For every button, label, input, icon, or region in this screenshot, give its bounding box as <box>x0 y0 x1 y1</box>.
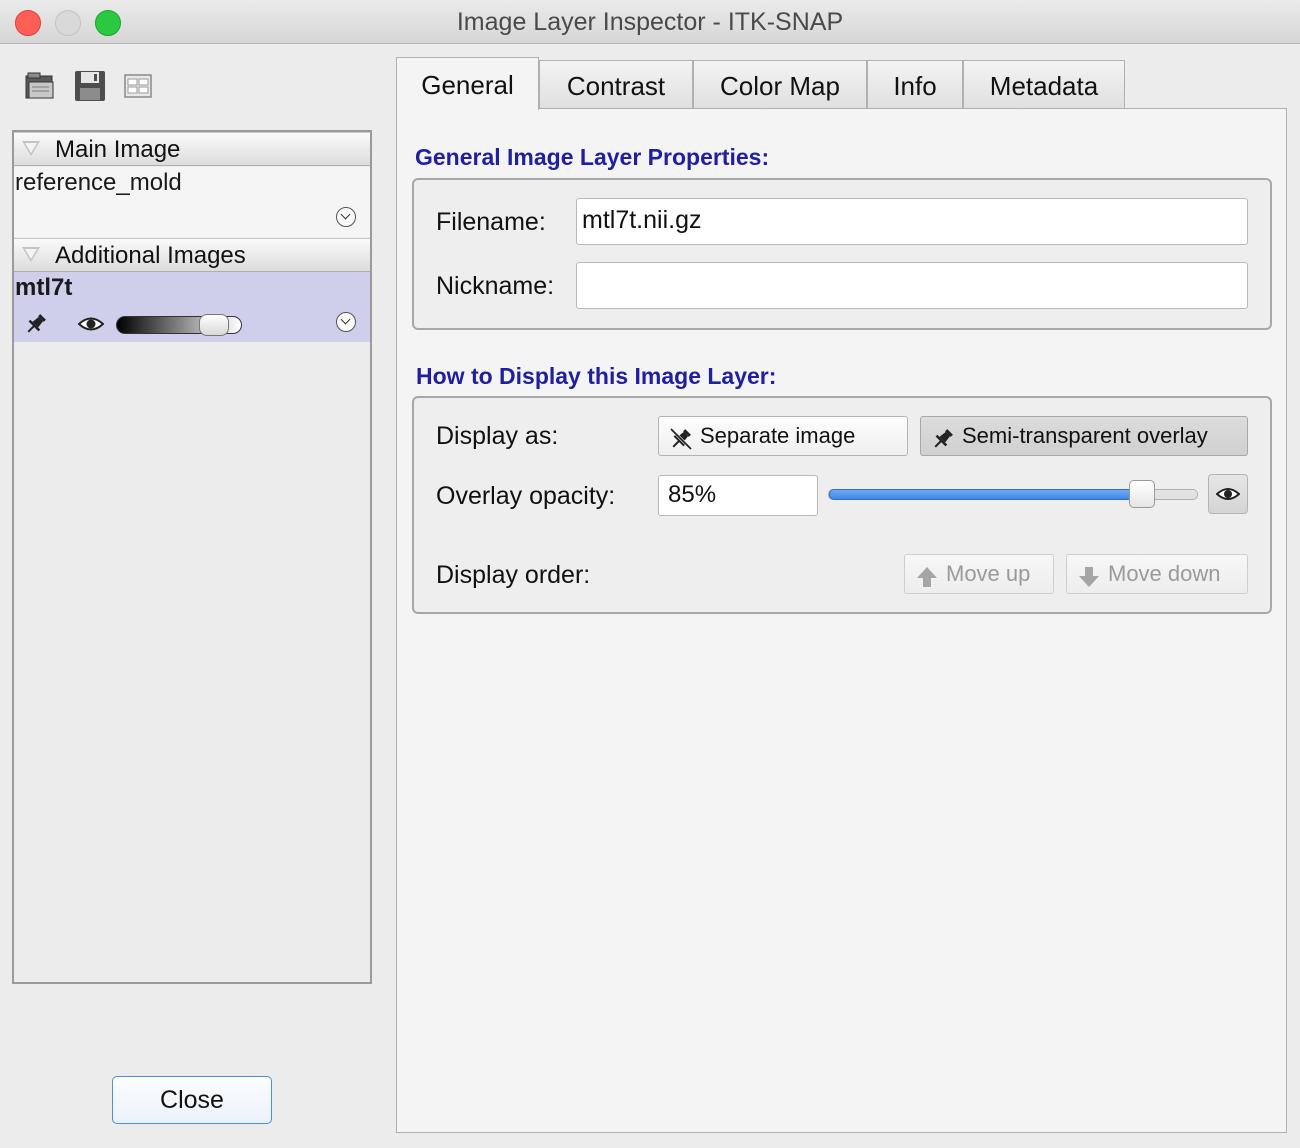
slider-thumb[interactable] <box>199 314 229 336</box>
tab-color-map[interactable]: Color Map <box>693 60 867 108</box>
tab-contrast[interactable]: Contrast <box>539 60 693 108</box>
tab-general[interactable]: General <box>396 57 539 110</box>
semi-transparent-overlay-button[interactable]: Semi-transparent overlay <box>920 416 1248 456</box>
layer-list: Main Image reference_mold Additional Ima… <box>12 130 372 984</box>
separate-image-button[interactable]: Separate image <box>658 416 908 456</box>
layer-row-mtl7t[interactable]: mtl7t <box>14 272 370 342</box>
general-properties-title: General Image Layer Properties: <box>415 144 770 170</box>
chevron-down-icon[interactable] <box>336 207 356 227</box>
nickname-label: Nickname: <box>436 272 555 300</box>
filename-field[interactable]: mtl7t.nii.gz <box>576 198 1248 245</box>
move-up-button[interactable]: Move up <box>904 554 1054 594</box>
disclosure-triangle-icon[interactable] <box>22 141 40 156</box>
button-label: Move up <box>946 561 1031 586</box>
button-label: Move down <box>1108 561 1221 586</box>
visibility-toggle-button[interactable] <box>1208 474 1248 514</box>
save-icon[interactable] <box>74 70 106 102</box>
additional-images-group-header[interactable]: Additional Images <box>14 238 370 272</box>
window-title: Image Layer Inspector - ITK-SNAP <box>456 8 844 36</box>
open-folder-icon[interactable] <box>24 70 56 102</box>
group-label: Additional Images <box>55 242 246 269</box>
disclosure-triangle-icon[interactable] <box>22 247 40 262</box>
display-order-label: Display order: <box>436 561 591 589</box>
pin-icon[interactable] <box>24 312 48 341</box>
close-button[interactable]: Close <box>112 1076 272 1124</box>
layer-row-reference-mold[interactable]: reference_mold <box>14 167 370 237</box>
display-section-title: How to Display this Image Layer: <box>416 363 777 389</box>
move-down-button[interactable]: Move down <box>1066 554 1248 594</box>
slider-fill <box>829 489 1142 500</box>
chevron-down-icon[interactable] <box>336 312 356 332</box>
opacity-slider[interactable] <box>828 480 1198 508</box>
layer-name: reference_mold <box>15 169 182 196</box>
button-label: Semi-transparent overlay <box>962 423 1208 448</box>
filename-label: Filename: <box>436 208 546 236</box>
unpin-icon <box>669 425 693 451</box>
layer-opacity-slider[interactable] <box>116 314 242 336</box>
arrow-down-icon <box>1077 563 1101 587</box>
slider-thumb[interactable] <box>1129 480 1155 508</box>
group-label: Main Image <box>55 136 181 163</box>
tab-info[interactable]: Info <box>867 60 963 108</box>
title-bar: Image Layer Inspector - ITK-SNAP <box>0 0 1300 44</box>
overlay-opacity-label: Overlay opacity: <box>436 482 616 510</box>
opacity-spinbox[interactable]: 85% <box>658 475 818 516</box>
button-label: Separate image <box>700 423 856 448</box>
layer-name: mtl7t <box>15 274 73 301</box>
main-image-group-header[interactable]: Main Image <box>14 132 370 166</box>
layout-grid-icon[interactable] <box>122 70 154 102</box>
nickname-field[interactable] <box>576 262 1248 309</box>
eye-icon <box>1215 485 1241 508</box>
tab-metadata[interactable]: Metadata <box>963 60 1125 108</box>
arrow-up-icon <box>915 563 939 587</box>
eye-icon[interactable] <box>77 314 105 339</box>
display-as-label: Display as: <box>436 422 559 450</box>
pin-icon <box>931 425 955 449</box>
